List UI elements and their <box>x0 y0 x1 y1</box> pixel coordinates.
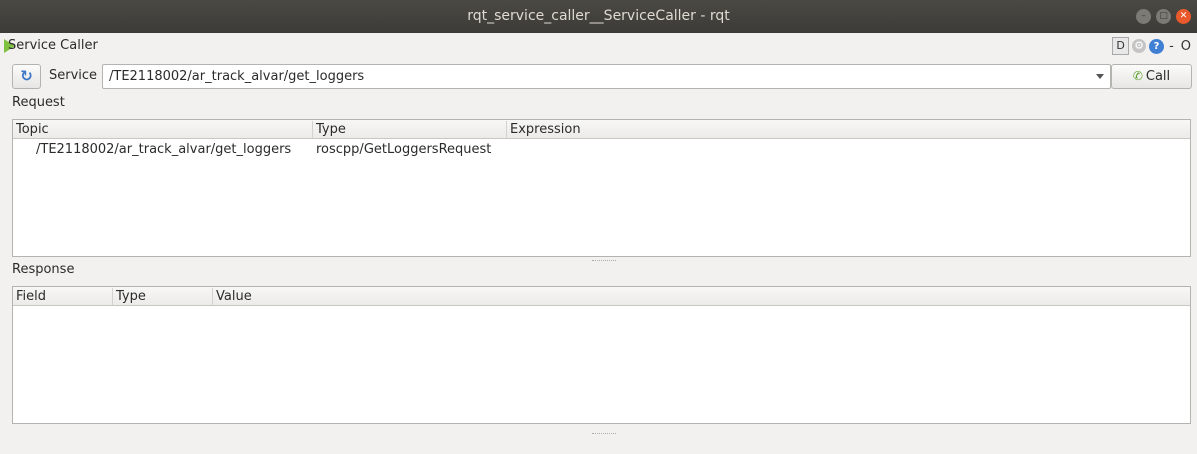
request-row-type: roscpp/GetLoggersRequest <box>316 142 492 157</box>
call-button-label: Call <box>1145 69 1171 84</box>
response-header-field[interactable]: Field <box>13 288 113 305</box>
window-minimize-button[interactable]: – <box>1136 9 1151 24</box>
request-header-type[interactable]: Type <box>313 121 507 138</box>
gear-icon[interactable]: ⚙ <box>1132 39 1147 53</box>
plugin-controls: D ⚙ ? - O <box>1112 37 1193 55</box>
request-tree[interactable]: Topic Type Expression /TE2118002/ar_trac… <box>12 119 1191 257</box>
service-toolbar: ↻ Service /TE2118002/ar_track_alvar/get_… <box>12 64 1192 90</box>
plugin-close-button[interactable]: O <box>1179 39 1193 54</box>
response-section-label: Response <box>12 262 75 277</box>
request-row-topic: /TE2118002/ar_track_alvar/get_loggers <box>36 142 292 157</box>
refresh-icon: ↻ <box>20 67 33 85</box>
plugin-header: Service Caller D ⚙ ? - O <box>0 36 1197 58</box>
call-button[interactable]: ✆ Call <box>1111 64 1192 89</box>
chevron-down-icon[interactable] <box>1096 74 1104 79</box>
window-close-button[interactable]: ✕ <box>1176 9 1191 24</box>
window-maximize-button[interactable]: □ <box>1156 9 1171 24</box>
plugin-minimize-button[interactable]: - <box>1167 39 1176 54</box>
window-title: rqt_service_caller__ServiceCaller - rqt <box>467 8 730 24</box>
request-header-row: Topic Type Expression <box>13 120 1190 139</box>
request-header-expression[interactable]: Expression <box>507 121 1190 138</box>
response-header-type[interactable]: Type <box>113 288 213 305</box>
phone-icon: ✆ <box>1132 69 1143 83</box>
bottom-splitter-handle[interactable] <box>592 433 616 434</box>
plugin-d-button[interactable]: D <box>1112 37 1130 55</box>
service-combo-box[interactable]: /TE2118002/ar_track_alvar/get_loggers <box>102 64 1111 89</box>
response-tree[interactable]: Field Type Value <box>12 286 1191 424</box>
refresh-button[interactable]: ↻ <box>12 64 41 89</box>
service-label: Service <box>49 68 98 83</box>
service-combo-value: /TE2118002/ar_track_alvar/get_loggers <box>109 69 365 84</box>
request-header-topic[interactable]: Topic <box>13 121 313 138</box>
window-titlebar: rqt_service_caller__ServiceCaller - rqt … <box>0 0 1197 33</box>
response-header-row: Field Type Value <box>13 287 1190 306</box>
help-icon[interactable]: ? <box>1149 38 1165 54</box>
request-section-label: Request <box>12 95 65 110</box>
window-controls: – □ ✕ <box>1136 9 1191 24</box>
response-header-value[interactable]: Value <box>213 288 1190 305</box>
plugin-title: Service Caller <box>8 38 98 53</box>
splitter-handle[interactable] <box>592 260 616 261</box>
